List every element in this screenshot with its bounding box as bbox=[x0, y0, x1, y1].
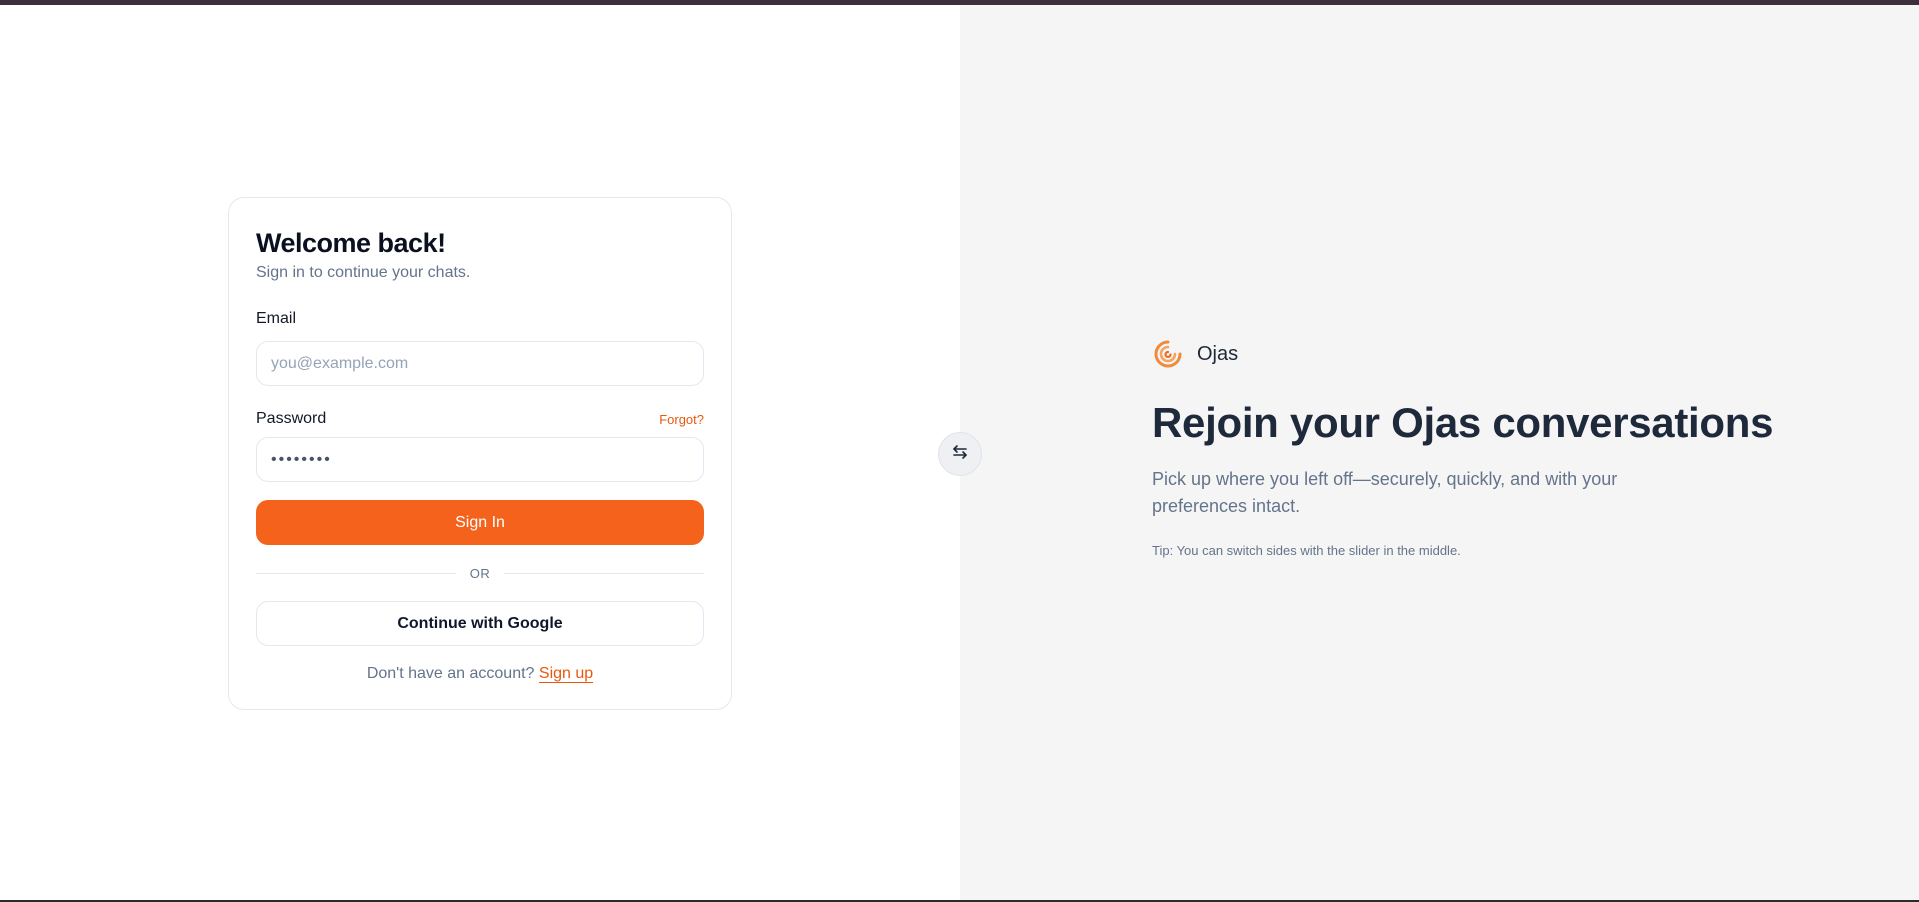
password-field[interactable] bbox=[256, 437, 704, 482]
password-label: Password bbox=[256, 410, 327, 427]
email-label: Email bbox=[256, 310, 297, 327]
brand: Ojas bbox=[1152, 338, 1872, 370]
swap-arrows-icon bbox=[951, 443, 969, 466]
promo-section: Ojas Rejoin your Ojas conversations Pick… bbox=[1152, 338, 1872, 558]
signup-link[interactable]: Sign up bbox=[538, 665, 594, 683]
ojas-logo-icon bbox=[1152, 338, 1184, 370]
swap-sides-slider[interactable] bbox=[938, 432, 982, 476]
signup-row: Don't have an account? Sign up bbox=[256, 665, 704, 683]
sign-in-button[interactable]: Sign In bbox=[256, 500, 704, 545]
promo-title: Rejoin your Ojas conversations bbox=[1152, 399, 1774, 446]
email-field[interactable] bbox=[256, 341, 704, 386]
login-title: Welcome back! bbox=[256, 228, 446, 258]
divider-line-right bbox=[504, 572, 704, 574]
brand-name: Ojas bbox=[1197, 342, 1239, 365]
login-subtitle: Sign in to continue your chats. bbox=[256, 264, 471, 281]
divider-label: OR bbox=[469, 565, 491, 581]
password-label-row: Password Forgot? bbox=[256, 409, 704, 429]
or-divider: OR bbox=[256, 565, 704, 581]
promo-description: Pick up where you left off—securely, qui… bbox=[1152, 469, 1618, 516]
login-card: Welcome back! Sign in to continue your c… bbox=[228, 197, 732, 710]
divider-line-left bbox=[256, 572, 456, 574]
forgot-password-link[interactable]: Forgot? bbox=[659, 412, 704, 427]
signup-prompt: Don't have an account? bbox=[366, 665, 539, 682]
continue-with-google-button[interactable]: Continue with Google bbox=[256, 601, 704, 646]
promo-tip: Tip: You can switch sides with the slide… bbox=[1152, 543, 1461, 558]
